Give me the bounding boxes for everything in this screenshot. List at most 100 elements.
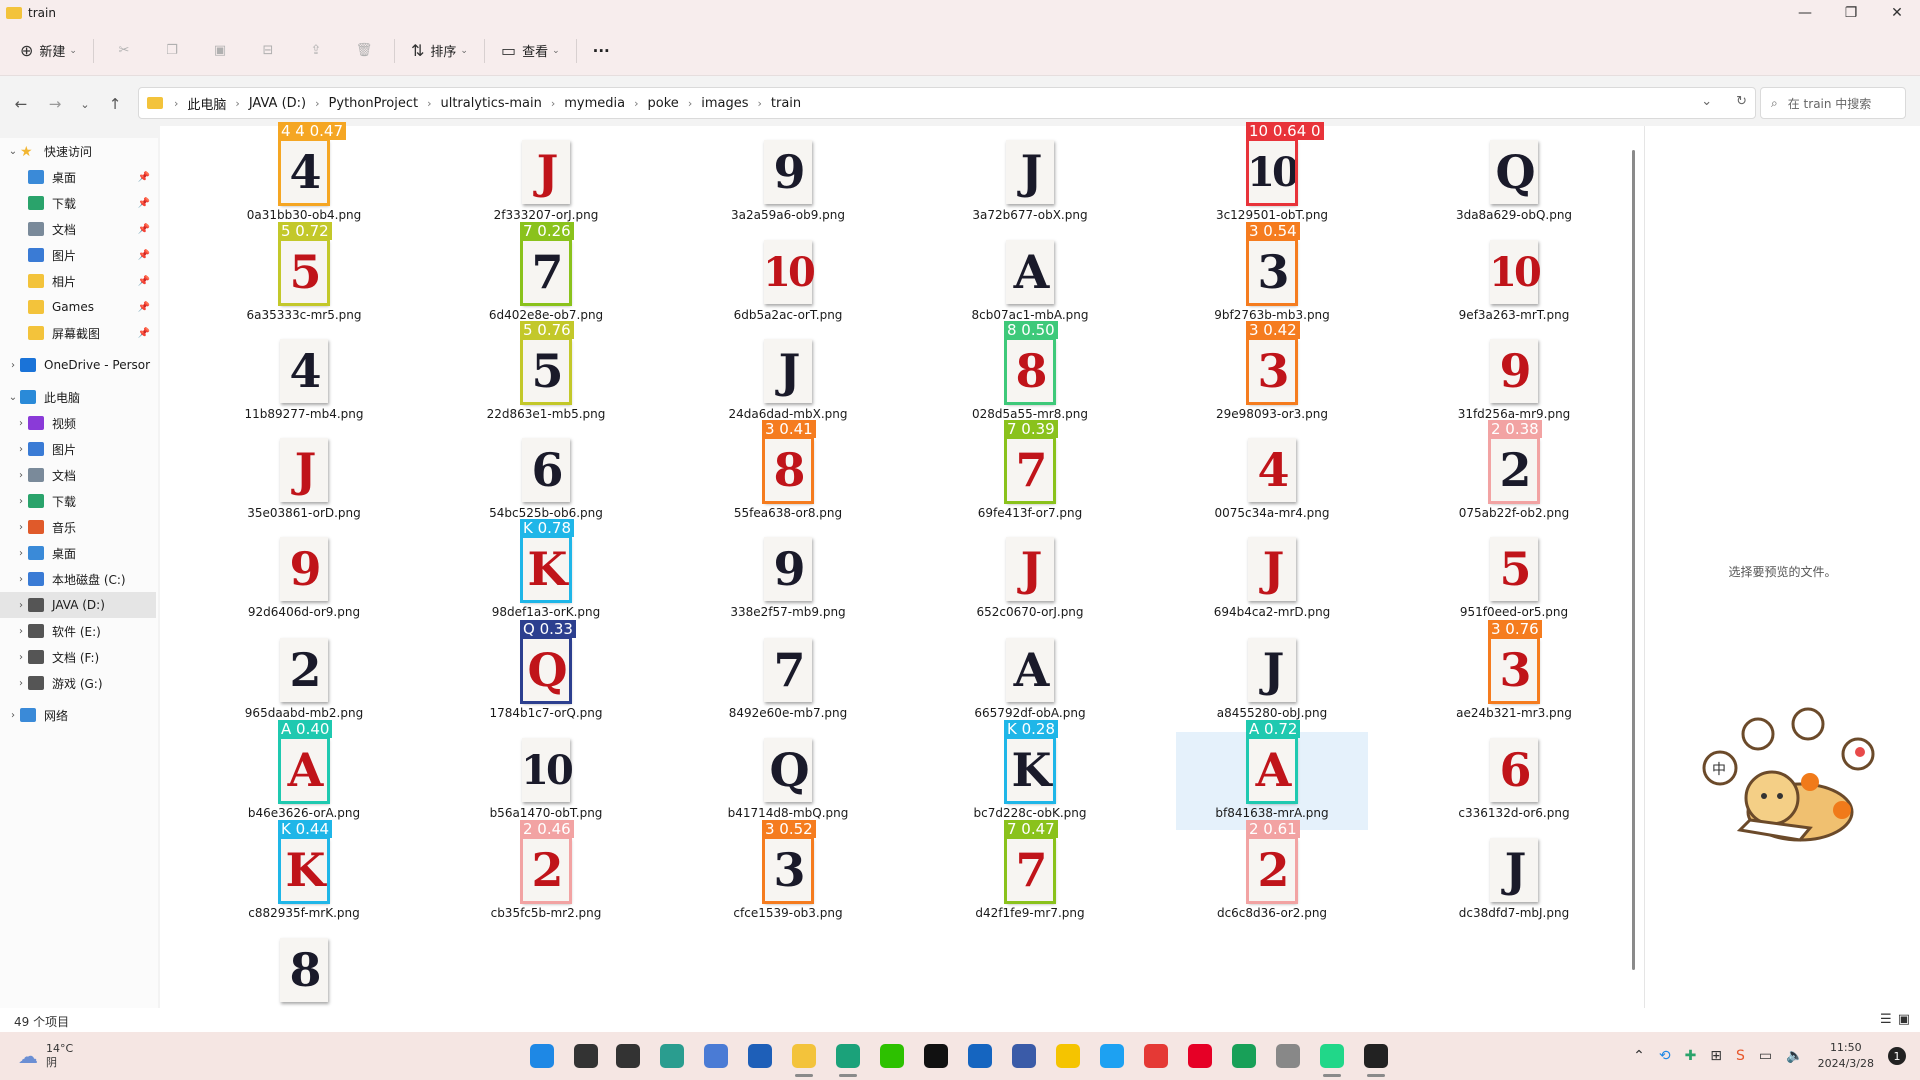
sync-icon[interactable]: ⟲: [1659, 1048, 1671, 1064]
file-item[interactable]: 5 951f0eed-or5.png: [1418, 531, 1610, 629]
file-item[interactable]: KK 0.44 c882935f-mrK.png: [208, 820, 400, 930]
windows-start-icon[interactable]: [530, 1044, 554, 1068]
breadcrumb-this-pc[interactable]: 此电脑: [183, 94, 230, 113]
sidebar-item[interactable]: › 视频: [0, 410, 156, 436]
file-item[interactable]: 33 0.54 9bf2763b-mb3.png: [1176, 222, 1368, 332]
sidebar-item[interactable]: 图片 📌: [0, 242, 156, 268]
sticky-notes-icon[interactable]: [1056, 1044, 1080, 1068]
rename-button[interactable]: ⊟: [244, 34, 292, 68]
chevron-right-icon[interactable]: ›: [14, 574, 28, 585]
chevron-right-icon[interactable]: ›: [6, 360, 20, 371]
sogou-icon[interactable]: S: [1736, 1048, 1745, 1064]
up-button[interactable]: ↑: [104, 93, 126, 115]
recent-locations-button[interactable]: ⌄: [74, 93, 96, 115]
file-item[interactable]: AA 0.72 bf841638-mrA.png: [1176, 720, 1368, 830]
file-item[interactable]: 10 b56a1470-obT.png: [450, 732, 642, 830]
file-item[interactable]: 6 54bc525b-ob6.png: [450, 432, 642, 530]
sidebar-item[interactable]: › 文档: [0, 462, 156, 488]
file-item[interactable]: KK 0.28 bc7d228c-obK.png: [934, 720, 1126, 830]
file-item[interactable]: 77 0.26 6d402e8e-ob7.png: [450, 222, 642, 332]
photos-icon[interactable]: [704, 1044, 728, 1068]
file-item[interactable]: 4 11b89277-mb4.png: [208, 333, 400, 431]
task-view-icon[interactable]: [616, 1044, 640, 1068]
clock[interactable]: 11:50 2024/3/28: [1818, 1040, 1874, 1072]
breadcrumb-java-drive[interactable]: JAVA (D:): [245, 96, 310, 111]
file-item[interactable]: 10 9ef3a263-mrT.png: [1418, 234, 1610, 332]
chevron-right-icon[interactable]: ›: [14, 626, 28, 637]
file-item[interactable]: 2 965daabd-mb2.png: [208, 632, 400, 730]
pycharm-icon[interactable]: [1320, 1044, 1344, 1068]
chatgpt-icon[interactable]: [660, 1044, 684, 1068]
notification-badge[interactable]: 1: [1888, 1047, 1906, 1065]
file-item[interactable]: J 694b4ca2-mrD.png: [1176, 531, 1368, 629]
file-item[interactable]: J 3a72b677-obX.png: [934, 134, 1126, 232]
file-item[interactable]: 22 0.38 075ab22f-ob2.png: [1418, 420, 1610, 530]
details-view-icon[interactable]: ☰: [1880, 1012, 1892, 1027]
file-item[interactable]: 33 0.42 29e98093-or3.png: [1176, 321, 1368, 431]
chevron-right-icon[interactable]: ›: [14, 470, 28, 481]
delete-button[interactable]: 🗑: [340, 34, 388, 68]
breadcrumb-poke[interactable]: poke: [644, 96, 683, 111]
share-button[interactable]: ⇪: [292, 34, 340, 68]
file-item[interactable]: Ja8455280-obJ.png: [1176, 632, 1368, 730]
file-item[interactable]: Jdc38dfd7-mbJ.png: [1418, 832, 1610, 930]
breadcrumb-images[interactable]: images: [697, 96, 752, 111]
file-item[interactable]: Q 3da8a629-obQ.png: [1418, 134, 1610, 232]
file-item[interactable]: J 652c0670-orJ.png: [934, 531, 1126, 629]
sidebar-item[interactable]: › 游戏 (G:): [0, 670, 156, 696]
file-item[interactable]: 10 6db5a2ac-orT.png: [692, 234, 884, 332]
sidebar-item[interactable]: › 下载: [0, 488, 156, 514]
chevron-right-icon[interactable]: ›: [14, 418, 28, 429]
outlook-icon[interactable]: [968, 1044, 992, 1068]
terminal-icon[interactable]: [1232, 1044, 1256, 1068]
sidebar-item[interactable]: Games 📌: [0, 294, 156, 320]
file-item[interactable]: 77 0.39 69fe413f-or7.png: [934, 420, 1126, 530]
notion-icon[interactable]: [924, 1044, 948, 1068]
file-item[interactable]: AA 0.40 b46e3626-orA.png: [208, 720, 400, 830]
file-item[interactable]: 9 3a2a59a6-ob9.png: [692, 134, 884, 232]
wechat-icon[interactable]: [880, 1044, 904, 1068]
maximize-button[interactable]: ❐: [1828, 0, 1874, 26]
back-button[interactable]: ←: [10, 93, 32, 115]
file-item[interactable]: 55 0.72 6a35333c-mr5.png: [208, 222, 400, 332]
file-item[interactable]: 22 0.46 cb35fc5b-mr2.png: [450, 820, 642, 930]
address-history-dropdown[interactable]: ⌄: [1701, 94, 1712, 109]
file-item[interactable]: 83 0.41 55fea638-or8.png: [692, 420, 884, 530]
chevron-right-icon[interactable]: ›: [14, 548, 28, 559]
sidebar-item[interactable]: › OneDrive - Persor: [0, 352, 156, 378]
file-item[interactable]: 77 0.47 d42f1fe9-mr7.png: [934, 820, 1126, 930]
ime-icon[interactable]: ⊞: [1710, 1048, 1722, 1064]
chevron-right-icon[interactable]: ›: [14, 522, 28, 533]
cut-button[interactable]: ✂: [100, 34, 148, 68]
file-item[interactable]: 9 31fd256a-mr9.png: [1418, 333, 1610, 431]
search-icon[interactable]: [574, 1044, 598, 1068]
new-button[interactable]: ⊕ 新建 ⌄: [10, 34, 87, 68]
file-item[interactable]: 9 338e2f57-mb9.png: [692, 531, 884, 629]
sidebar-item[interactable]: › 桌面: [0, 540, 156, 566]
file-item[interactable]: Qb41714d8-mbQ.png: [692, 732, 884, 830]
sidebar-item[interactable]: 相片 📌: [0, 268, 156, 294]
chevron-right-icon[interactable]: ›: [14, 652, 28, 663]
sidebar-item[interactable]: ⌄ 此电脑: [0, 384, 156, 410]
address-bar[interactable]: › 此电脑 › JAVA (D:) › PythonProject › ultr…: [138, 87, 1756, 119]
file-item[interactable]: A 8cb07ac1-mbA.png: [934, 234, 1126, 332]
search-input[interactable]: ⌕ 在 train 中搜索: [1760, 87, 1906, 119]
weather-widget[interactable]: ☁ 14°C 阴: [18, 1042, 73, 1070]
file-item[interactable]: 22 0.61 dc6c8d36-or2.png: [1176, 820, 1368, 930]
file-item[interactable]: J 24da6dad-mbX.png: [692, 333, 884, 431]
console-icon[interactable]: [1364, 1044, 1388, 1068]
file-explorer-icon[interactable]: [792, 1044, 816, 1068]
close-button[interactable]: ✕: [1874, 0, 1920, 26]
speaker-icon[interactable]: 🔈: [1786, 1048, 1803, 1064]
chevron-right-icon[interactable]: ›: [14, 600, 28, 611]
file-item[interactable]: 55 0.76 22d863e1-mb5.png: [450, 321, 642, 431]
edge-icon[interactable]: [836, 1044, 860, 1068]
file-item[interactable]: J 35e03861-orD.png: [208, 432, 400, 530]
sidebar-item[interactable]: 桌面 📌: [0, 164, 156, 190]
paste-button[interactable]: ▣: [196, 34, 244, 68]
sidebar-item[interactable]: › JAVA (D:): [0, 592, 156, 618]
breadcrumb-pythonproject[interactable]: PythonProject: [325, 96, 423, 111]
apps-icon[interactable]: ✚: [1685, 1048, 1697, 1064]
chevron-right-icon[interactable]: ›: [14, 496, 28, 507]
file-item[interactable]: 33 0.76 ae24b321-mr3.png: [1418, 620, 1610, 730]
